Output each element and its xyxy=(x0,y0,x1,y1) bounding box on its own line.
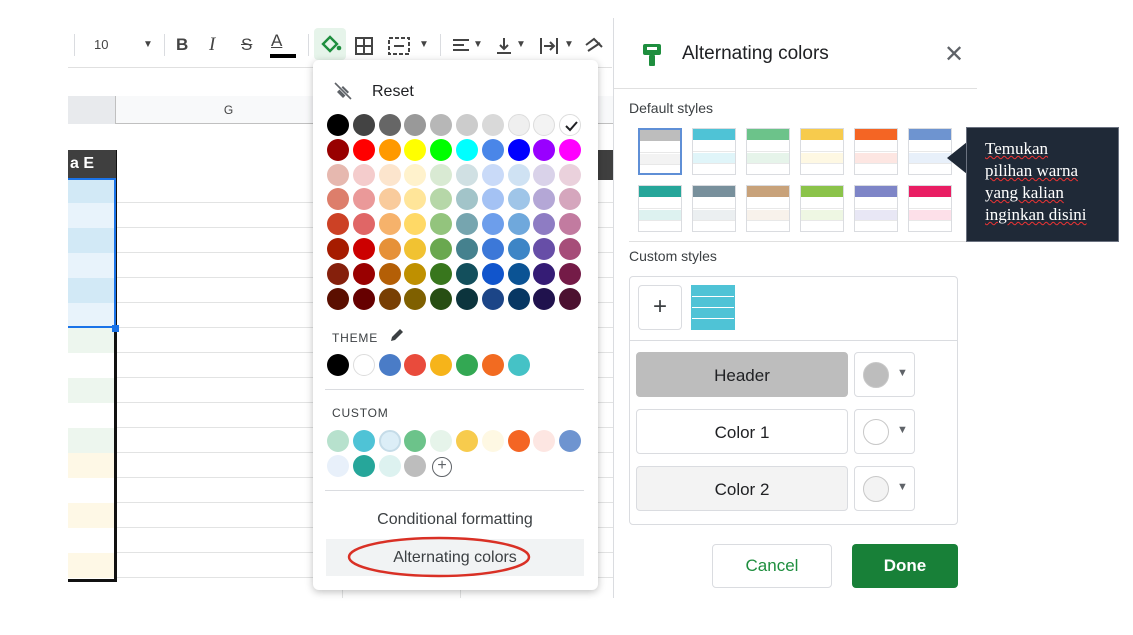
font-size-dropdown-icon[interactable]: ▼ xyxy=(143,22,153,68)
default-style-swatch[interactable] xyxy=(746,185,790,232)
custom-color-swatch[interactable] xyxy=(352,430,375,452)
default-style-swatch[interactable] xyxy=(854,185,898,232)
menu-divider xyxy=(325,490,584,491)
done-button[interactable]: Done xyxy=(852,544,958,588)
toolbar-divider xyxy=(164,34,165,56)
toolbar-divider xyxy=(74,34,75,56)
alternating-colors-panel: Alternating colors ✕ Default styles Cust… xyxy=(613,18,977,598)
add-custom-color-icon[interactable]: + xyxy=(432,457,452,477)
custom-styles-label: Custom styles xyxy=(629,248,717,264)
fill-color-menu: Reset THEME CUSTOM + Conditional formatt… xyxy=(313,60,598,590)
default-style-swatch[interactable] xyxy=(908,185,952,232)
default-styles-grid xyxy=(614,18,977,248)
default-style-swatch[interactable] xyxy=(638,185,682,232)
default-style-swatch[interactable] xyxy=(638,128,682,175)
color1-circle xyxy=(863,419,889,445)
instruction-tooltip: Temukan pilihan warna yang kalian ingink… xyxy=(966,127,1119,242)
custom-color-swatch[interactable] xyxy=(481,430,504,452)
custom-palette xyxy=(313,60,598,480)
custom-color-swatch[interactable] xyxy=(533,430,556,452)
chevron-down-icon: ▼ xyxy=(897,481,908,493)
tooltip-line: yang kalian xyxy=(985,183,1064,202)
chevron-down-icon: ▼ xyxy=(897,367,908,379)
add-custom-style-button[interactable]: + xyxy=(638,285,682,330)
highlight-circle xyxy=(347,536,531,578)
custom-color-swatch[interactable] xyxy=(559,430,582,452)
default-style-swatch[interactable] xyxy=(908,128,952,175)
color2-style-button[interactable]: Color 2 xyxy=(636,466,848,511)
fill-color-button[interactable] xyxy=(314,28,346,60)
chevron-down-icon: ▼ xyxy=(897,424,908,436)
custom-color-swatch[interactable] xyxy=(352,455,375,477)
custom-color-swatch[interactable] xyxy=(404,455,427,477)
custom-style-swatch[interactable] xyxy=(691,285,735,330)
default-style-swatch[interactable] xyxy=(746,128,790,175)
custom-color-swatch[interactable] xyxy=(327,455,349,477)
default-style-swatch[interactable] xyxy=(800,185,844,232)
table-header-cell[interactable]: a E xyxy=(68,150,116,178)
toolbar-divider xyxy=(308,34,309,56)
custom-color-swatch[interactable] xyxy=(430,430,453,452)
custom-color-swatch[interactable] xyxy=(378,430,401,452)
tooltip-line: inginkan disini xyxy=(985,205,1087,224)
toolbar-divider xyxy=(440,34,441,56)
conditional-formatting-option[interactable]: Conditional formatting xyxy=(326,501,584,538)
font-size-input[interactable]: 10 xyxy=(94,22,108,68)
header-color-circle xyxy=(863,362,889,388)
column-header-g[interactable]: G xyxy=(116,96,342,124)
strikethrough-button[interactable]: S xyxy=(241,22,252,68)
partial-header-cell xyxy=(597,150,613,180)
tooltip-line: Temukan xyxy=(985,139,1049,158)
default-style-swatch[interactable] xyxy=(692,185,736,232)
color2-circle xyxy=(863,476,889,502)
default-style-swatch[interactable] xyxy=(692,128,736,175)
color2-picker[interactable]: ▼ xyxy=(854,466,915,511)
custom-color-swatch[interactable] xyxy=(327,430,349,452)
custom-color-swatch[interactable] xyxy=(456,430,478,452)
text-color-bar xyxy=(270,54,296,58)
panel-divider xyxy=(629,340,958,341)
color1-style-button[interactable]: Color 1 xyxy=(636,409,848,454)
custom-color-swatch[interactable] xyxy=(378,455,401,477)
column-header-f[interactable] xyxy=(68,96,116,124)
tooltip-arrow xyxy=(947,142,967,174)
default-style-swatch[interactable] xyxy=(800,128,844,175)
selection-handle[interactable] xyxy=(112,325,119,332)
fill-color-icon xyxy=(321,35,342,53)
cancel-button[interactable]: Cancel xyxy=(712,544,832,588)
default-style-swatch[interactable] xyxy=(854,128,898,175)
italic-button[interactable]: I xyxy=(209,22,215,68)
bold-button[interactable]: B xyxy=(176,22,188,68)
tooltip-line: pilihan warna xyxy=(985,161,1078,180)
custom-color-swatch[interactable] xyxy=(404,430,427,452)
custom-color-swatch[interactable] xyxy=(507,430,530,452)
color1-picker[interactable]: ▼ xyxy=(854,409,915,454)
header-style-button[interactable]: Header xyxy=(636,352,848,397)
panel-divider xyxy=(629,241,969,242)
selected-range xyxy=(68,178,116,328)
header-color-picker[interactable]: ▼ xyxy=(854,352,915,397)
